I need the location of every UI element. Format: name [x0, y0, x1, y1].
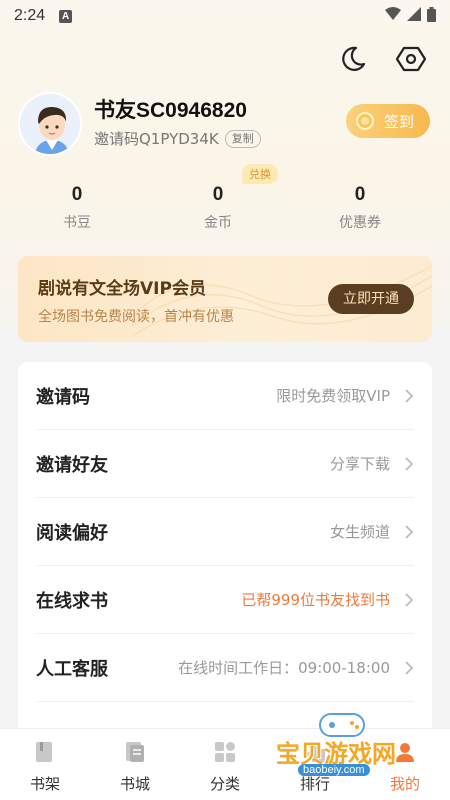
tab-label: 我的 [389, 775, 420, 793]
exchange-badge[interactable]: 兑换 [242, 164, 278, 184]
chevron-right-icon [405, 660, 414, 675]
chevron-right-icon [405, 388, 414, 403]
status-time: 2:24 [14, 7, 46, 24]
coin-icon [356, 112, 374, 130]
signal-icon [407, 7, 421, 25]
menu-item-book-request[interactable]: 在线求书 已帮999位书友找到书 [36, 566, 414, 634]
bookshelf-icon [32, 739, 58, 765]
vip-banner[interactable]: 剧说有文全场VIP会员 全场图书免费阅读，首冲有优惠 立即开通 [18, 256, 432, 342]
tab-label: 书架 [29, 775, 60, 793]
vip-open-button[interactable]: 立即开通 [328, 284, 414, 314]
bookstore-icon [122, 739, 148, 765]
menu-item-invite-friends[interactable]: 邀请好友 分享下载 [36, 430, 414, 498]
stat-coupons[interactable]: 0 优惠券 [310, 184, 410, 232]
avatar[interactable] [18, 92, 82, 156]
menu-item-value: 在线时间工作日：09:00-18:00 [178, 659, 390, 677]
menu-item-value: 女生频道 [329, 523, 390, 541]
chevron-right-icon [405, 524, 414, 539]
invite-code-text: 邀请码Q1PYD34K [94, 130, 219, 148]
menu-item-label: 在线求书 [36, 590, 108, 612]
menu-item-value: 限时免费领取VIP [276, 387, 390, 405]
battery-icon [427, 6, 436, 26]
menu-item-label: 人工客服 [36, 658, 108, 680]
bottom-tab-bar: 书架 书城 分类 排行 我的 [0, 728, 450, 800]
menu-item-value: 分享下载 [329, 455, 390, 473]
wifi-icon [385, 7, 401, 25]
chevron-right-icon [405, 592, 414, 607]
copy-button[interactable]: 复制 [224, 129, 261, 148]
profile-section: 书友SC0946820 邀请码Q1PYD34K 复制 签到 [18, 92, 438, 162]
tab-label: 排行 [299, 775, 330, 793]
vip-title: 剧说有文全场VIP会员 [38, 279, 206, 299]
tab-label: 分类 [209, 775, 240, 793]
tab-ranking[interactable]: 排行 [270, 729, 360, 800]
menu-item-label: 邀请好友 [36, 454, 108, 476]
tab-label: 书城 [119, 775, 150, 793]
stat-gold-coins[interactable]: 0 金币 [168, 184, 268, 232]
menu-item-invite-code[interactable]: 邀请码 限时免费领取VIP [36, 362, 414, 430]
checkin-button[interactable]: 签到 [346, 104, 430, 138]
tab-profile[interactable]: 我的 [360, 729, 450, 800]
menu-item-reading-preference[interactable]: 阅读偏好 女生频道 [36, 498, 414, 566]
stats-row: 兑换 0 书豆 0 金币 0 优惠券 [0, 162, 450, 242]
stat-label: 优惠券 [339, 215, 381, 231]
username: 书友SC0946820 [94, 99, 247, 122]
category-grid-icon [212, 739, 238, 765]
status-bar: 2:24 A [0, 0, 450, 32]
tab-bookstore[interactable]: 书城 [90, 729, 180, 800]
stat-label: 金币 [204, 215, 232, 231]
profile-icon [392, 739, 418, 765]
stat-label: 书豆 [63, 215, 91, 231]
stat-value: 0 [354, 184, 366, 205]
tab-bookshelf[interactable]: 书架 [0, 729, 90, 800]
stat-value: 0 [212, 184, 224, 205]
menu-item-customer-service[interactable]: 人工客服 在线时间工作日：09:00-18:00 [36, 634, 414, 702]
moon-icon[interactable] [338, 44, 368, 74]
menu-item-label: 邀请码 [36, 386, 90, 408]
tab-category[interactable]: 分类 [180, 729, 270, 800]
stat-book-beans[interactable]: 0 书豆 [27, 184, 127, 232]
menu-item-value: 已帮999位书友找到书 [241, 591, 390, 609]
vip-subtitle: 全场图书免费阅读，首冲有优惠 [38, 309, 234, 325]
menu-list: 邀请码 限时免费领取VIP 邀请好友 分享下载 阅读偏好 女生频道 在线求书 已… [18, 362, 432, 742]
menu-item-label: 阅读偏好 [36, 522, 108, 544]
ranking-icon [302, 739, 328, 765]
checkin-label: 签到 [384, 112, 415, 131]
chevron-right-icon [405, 456, 414, 471]
stat-value: 0 [71, 184, 83, 205]
settings-hex-icon[interactable] [396, 44, 426, 74]
notification-a-icon: A [59, 9, 73, 23]
